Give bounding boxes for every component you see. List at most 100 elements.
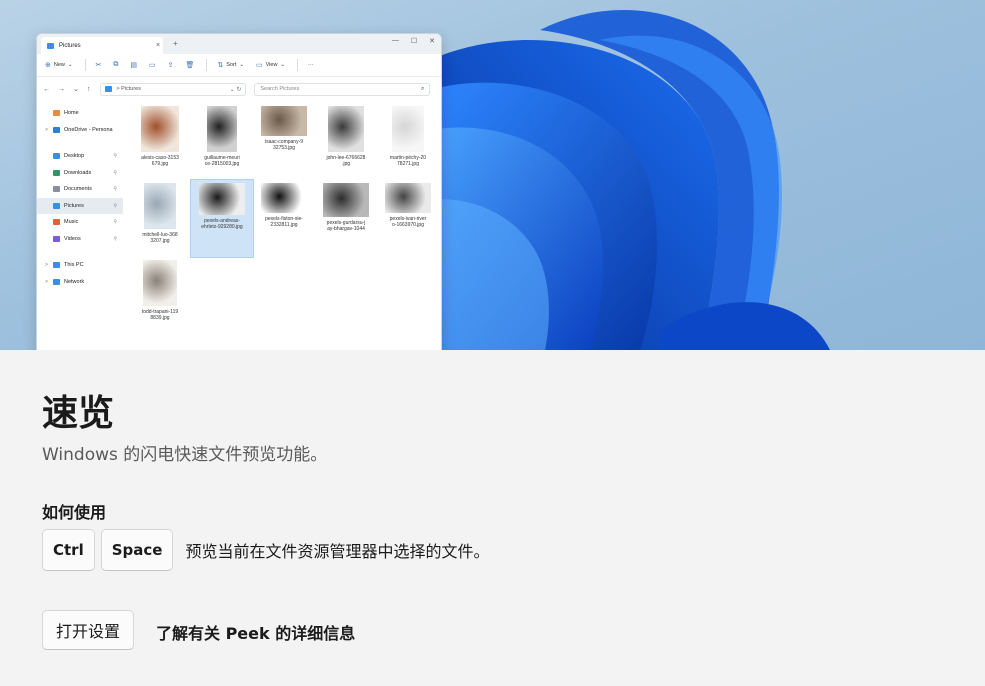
search-placeholder: Search Pictures — [260, 86, 300, 92]
file-name: .jpg — [341, 161, 351, 167]
file-explorer-window: Pictures × + — ☐ ✕ ⊕ New ⌄ ✂ ⧉ ▤ ▭ ⇪ 🗑 ⇅ So… — [36, 33, 442, 350]
pin-icon: ⚲ — [113, 153, 117, 160]
share-icon: ⇪ — [167, 62, 174, 69]
tab-title: Pictures — [59, 42, 81, 49]
folder-icon — [53, 278, 60, 285]
file-name: 679.jpg — [151, 161, 169, 167]
nav-item-label: This PC — [64, 262, 84, 269]
shortcut-description: 预览当前在文件资源管理器中选择的文件。 — [185, 542, 490, 561]
navigation-pane: Home > OneDrive - Persona Desktop ⚲ Downloads… — [37, 101, 123, 334]
file-item: isaac-company-9 32753.jpg — [253, 103, 315, 180]
file-item: john-lee-6766628 .jpg — [315, 103, 377, 180]
file-name: 78271.jpg — [397, 161, 419, 167]
toolbar-divider — [297, 59, 299, 71]
pictures-folder-icon — [105, 86, 113, 92]
nav-item: Videos ⚲ — [37, 231, 123, 248]
folder-icon — [53, 186, 60, 193]
new-menu: ⊕ New ⌄ — [45, 61, 73, 69]
maximize-icon: ☐ — [410, 38, 418, 45]
file-item: mitchell-luo-368 3207.jpg — [129, 180, 191, 257]
nav-item: Music ⚲ — [37, 214, 123, 231]
folder-icon — [53, 262, 60, 269]
pin-icon: ⚲ — [113, 219, 117, 226]
nav-item-label: Home — [64, 110, 79, 117]
paste-icon: ▤ — [130, 62, 137, 69]
file-name: 32753.jpg — [273, 145, 295, 151]
pin-icon: ⚲ — [113, 235, 117, 242]
nav-item-label: Pictures — [64, 202, 84, 209]
file-item: pexels-gurdarsu-j ay-bhargav-1044 — [315, 180, 377, 257]
image-thumbnail — [144, 183, 176, 229]
folder-icon — [53, 219, 60, 226]
sort-menu: ⇅ Sort ⌄ — [217, 61, 244, 69]
pin-icon: ⚲ — [113, 202, 117, 209]
image-thumbnail — [261, 106, 307, 136]
explorer-body: Home > OneDrive - Persona Desktop ⚲ Downloads… — [37, 101, 441, 334]
chevron-down-icon: ⌄ — [239, 62, 244, 68]
nav-pane-spacer — [37, 247, 123, 257]
file-name: ehrletz-929280.jpg — [201, 224, 243, 230]
toolbar-divider — [84, 59, 86, 71]
folder-icon — [53, 169, 60, 176]
nav-item: > Network — [37, 274, 123, 291]
close-window-icon: ✕ — [429, 38, 435, 45]
nav-item-label: Desktop — [64, 153, 85, 160]
explorer-tab: Pictures × — [41, 37, 163, 54]
plus-icon: + — [173, 39, 178, 48]
key-space: Space — [100, 529, 174, 571]
up-icon: ↑ — [86, 85, 91, 93]
search-icon: ⌕ — [421, 85, 425, 92]
file-item: pexels-fiston-xie- 2332811.jpg — [253, 180, 315, 257]
plus-circle-icon: ⊕ — [45, 62, 51, 69]
nav-item-label: Downloads — [64, 169, 92, 176]
explorer-toolbar: ⊕ New ⌄ ✂ ⧉ ▤ ▭ ⇪ 🗑 ⇅ Sort ⌄ ▭ View ⌄ ··· — [37, 54, 441, 77]
nav-item: Downloads ⚲ — [37, 165, 123, 182]
hero-image: Pictures × + — ☐ ✕ ⊕ New ⌄ ✂ ⧉ ▤ ▭ ⇪ 🗑 ⇅ So… — [0, 0, 985, 350]
file-grid: alexis-caso-3153 679.jpg guillaume-meuri ce… — [123, 101, 441, 334]
file-name: ce-2815003.jpg — [204, 161, 240, 167]
image-thumbnail — [385, 183, 431, 213]
explorer-titlebar: Pictures × + — ☐ ✕ — [37, 34, 441, 54]
image-thumbnail — [143, 260, 177, 306]
file-name: o-1663970.jpg — [392, 222, 424, 228]
learn-more-link[interactable]: 了解有关 Peek 的详细信息 — [156, 620, 355, 644]
cut-icon: ✂ — [95, 62, 102, 69]
sort-icon: ⇅ — [217, 62, 224, 69]
view-menu: ▭ View ⌄ — [256, 61, 285, 69]
nav-item-label: Videos — [64, 235, 81, 242]
chevron-down-icon: ⌄ — [280, 62, 286, 68]
folder-icon — [53, 126, 60, 133]
file-item: pexels-ivan-river o-1663970.jpg — [377, 180, 439, 257]
search-box: Search Pictures ⌕ — [254, 82, 431, 96]
forward-icon: → — [58, 85, 65, 93]
nav-item: > OneDrive - Persona — [37, 122, 123, 139]
back-icon: ← — [43, 85, 50, 93]
chevron-down-icon: ⌄ — [67, 62, 73, 68]
copy-icon: ⧉ — [113, 61, 119, 68]
open-settings-button[interactable]: 打开设置 — [42, 610, 135, 650]
file-item: pexels-andreas-ehrletz-929280.jpg — [190, 179, 254, 258]
folder-icon — [53, 153, 60, 160]
nav-item: Desktop ⚲ — [37, 148, 123, 165]
view-label: View — [265, 62, 278, 68]
nav-item-label: Music — [64, 219, 79, 226]
pin-icon: ⚲ — [113, 186, 117, 193]
new-label: New — [53, 62, 65, 68]
breadcrumb: Pictures — [121, 86, 141, 92]
toolbar-divider — [206, 59, 208, 71]
key-ctrl: Ctrl — [42, 529, 95, 571]
image-thumbnail — [323, 183, 369, 217]
breadcrumb-chevron: > — [116, 86, 120, 92]
file-item: martin-péchy-20 78271.jpg — [377, 103, 439, 180]
file-name: 2332811.jpg — [270, 222, 298, 228]
sort-label: Sort — [226, 62, 237, 68]
file-name: 8839.jpg — [150, 315, 170, 321]
page-subtitle: Windows 的闪电快速文件预览功能。 — [42, 445, 328, 465]
rename-icon: ▭ — [149, 62, 156, 69]
minimize-icon: — — [391, 37, 399, 44]
chevron-right-icon: > — [45, 278, 48, 285]
recent-icon: ⌄ — [73, 86, 79, 93]
refresh-icon: ⌄ ↻ — [229, 86, 242, 93]
more-icon: ··· — [308, 62, 314, 68]
file-item: alexis-caso-3153 679.jpg — [129, 103, 191, 180]
